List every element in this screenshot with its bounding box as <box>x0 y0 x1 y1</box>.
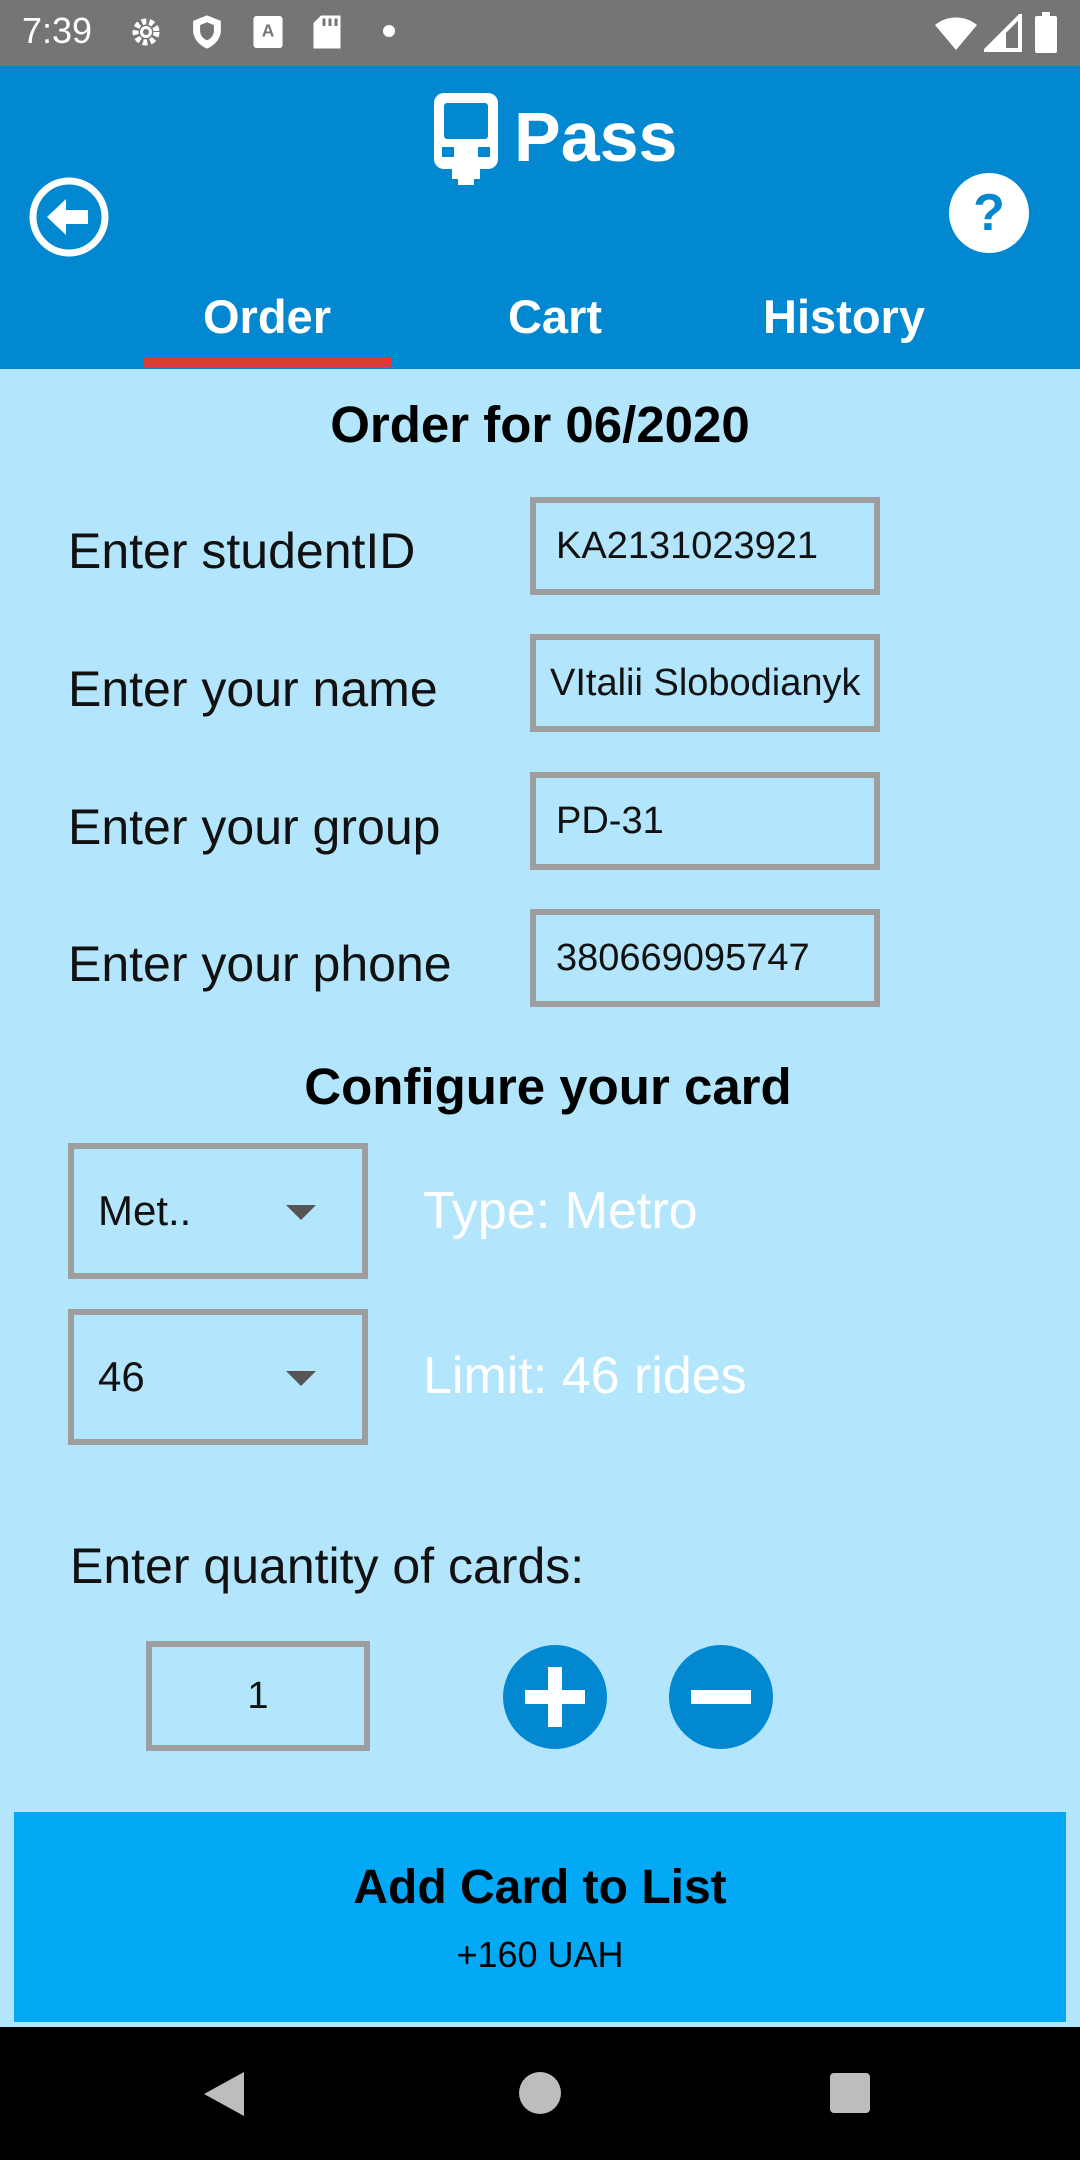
battery-icon <box>1035 12 1057 53</box>
svg-text:?: ? <box>973 184 1005 242</box>
increase-quantity-button[interactable] <box>503 1645 607 1749</box>
signal-icon <box>984 14 1022 52</box>
configure-heading: Configure your card <box>304 1058 792 1115</box>
add-card-label: Add Card to List <box>353 1861 727 1914</box>
dropdown-arrow-icon <box>286 1371 316 1386</box>
name-label: Enter your name <box>68 661 438 717</box>
svg-text:A: A <box>262 20 275 40</box>
quantity-field[interactable]: 1 <box>146 1641 370 1751</box>
order-heading: Order for 06/2020 <box>330 396 750 453</box>
nav-recents-button[interactable] <box>830 2073 870 2113</box>
dot-icon <box>383 25 395 37</box>
student-id-field[interactable]: KA2131023921 <box>530 497 880 595</box>
wifi-icon <box>935 17 977 50</box>
status-time: 7:39 <box>22 10 93 51</box>
phone-field[interactable]: 380669095747 <box>530 909 880 1007</box>
phone-label: Enter your phone <box>68 936 452 992</box>
group-label: Enter your group <box>68 799 441 855</box>
card-type-value: Met.. <box>98 1187 192 1234</box>
bus-icon <box>434 93 498 185</box>
keyboard-a-icon: A <box>253 16 283 48</box>
settings-icon <box>132 18 160 46</box>
app-title: Pass <box>514 98 678 176</box>
app-title-group: Pass <box>430 92 678 185</box>
quantity-label: Enter quantity of cards: <box>70 1538 585 1594</box>
student-id-label: Enter studentID <box>68 523 416 579</box>
nav-back-button[interactable] <box>204 2072 244 2116</box>
nav-home-button[interactable] <box>519 2072 561 2114</box>
card-limit-info: Limit: 46 rides <box>423 1347 747 1405</box>
card-limit-value: 46 <box>98 1353 145 1400</box>
card-limit-select[interactable]: 46 <box>68 1309 368 1445</box>
name-field[interactable]: VItalii Slobodianyk <box>530 634 880 732</box>
add-card-price: +160 UAH <box>456 1934 624 1975</box>
sd-card-icon <box>313 15 341 49</box>
tab-cart[interactable]: Cart <box>425 272 685 362</box>
status-bar: 7:39 A <box>0 0 1080 66</box>
system-nav-bar <box>0 2027 1080 2160</box>
card-type-info: Type: Metro <box>423 1182 698 1240</box>
help-button[interactable]: ? <box>948 172 1030 254</box>
back-button[interactable] <box>28 176 110 258</box>
dropdown-arrow-icon <box>286 1205 316 1220</box>
active-tab-indicator <box>143 357 391 367</box>
shield-icon <box>193 15 221 49</box>
tab-history[interactable]: History <box>714 272 974 362</box>
app-bar: Pass ? Order Cart History <box>0 66 1080 369</box>
add-card-button[interactable]: Add Card to List +160 UAH <box>14 1812 1066 2022</box>
decrease-quantity-button[interactable] <box>669 1645 773 1749</box>
card-type-select[interactable]: Met.. <box>68 1143 368 1279</box>
tab-order[interactable]: Order <box>137 272 397 362</box>
group-field[interactable]: PD-31 <box>530 772 880 870</box>
